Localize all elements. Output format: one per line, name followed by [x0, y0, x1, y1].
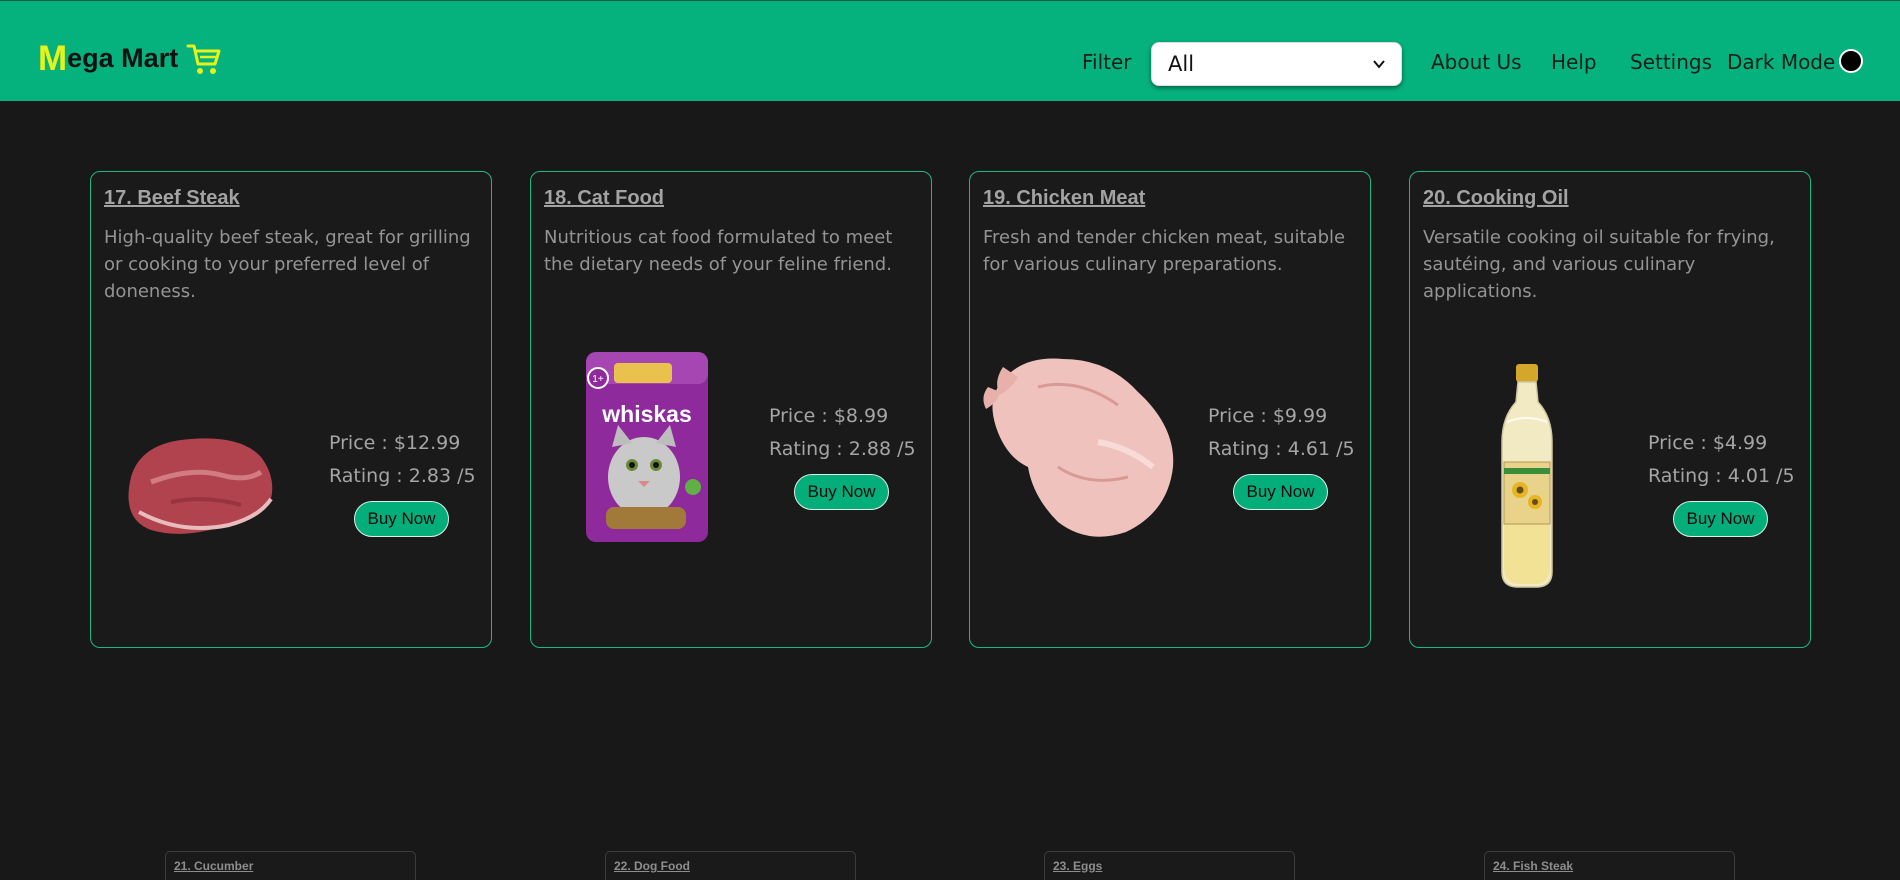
- product-rating: Rating : 2.83 /5: [329, 465, 476, 487]
- product-title[interactable]: 18. Cat Food: [544, 187, 664, 210]
- product-description: Nutritious cat food formulated to meet t…: [544, 227, 893, 275]
- buy-now-button[interactable]: Buy Now: [1673, 501, 1768, 537]
- nav-settings[interactable]: Settings: [1630, 50, 1712, 74]
- nav-about-us[interactable]: About Us: [1431, 50, 1522, 74]
- buy-now-button[interactable]: Buy Now: [354, 501, 449, 537]
- chevron-down-icon: [1373, 60, 1385, 69]
- shopping-cart-icon: [186, 44, 221, 74]
- logo-text: ega Mart: [67, 43, 179, 73]
- dark-mode-label: Dark Mode: [1727, 50, 1836, 74]
- product-title[interactable]: 17. Beef Steak: [104, 187, 240, 210]
- cooking-oil-image: [1501, 364, 1553, 588]
- product-card-chicken-meat: 19. Chicken Meat Fresh and tender chicke…: [969, 171, 1371, 648]
- navbar: M ega Mart Filter All About Us Help Sett…: [0, 0, 1900, 101]
- product-rating: Rating : 4.61 /5: [1208, 438, 1355, 460]
- filter-label: Filter: [1082, 50, 1132, 74]
- beef-steak-image: [128, 438, 273, 534]
- product-card-cat-food: 18. Cat Food Nutritious cat food formula…: [530, 171, 932, 648]
- filter-select[interactable]: All: [1151, 42, 1402, 86]
- product-rating: Rating : 4.01 /5: [1648, 465, 1795, 487]
- buy-now-button[interactable]: Buy Now: [794, 474, 889, 510]
- logo[interactable]: M ega Mart: [38, 41, 222, 76]
- product-card-fish-steak: 24. Fish Steak: [1484, 851, 1735, 880]
- badge-text: 1+: [592, 374, 604, 385]
- product-price: Price : $12.99: [329, 432, 461, 454]
- cat-food-image: 1+ whiskas: [586, 352, 708, 542]
- nav-help[interactable]: Help: [1551, 50, 1597, 74]
- product-card-cucumber: 21. Cucumber: [165, 851, 416, 880]
- filter-selected-value: All: [1168, 52, 1195, 76]
- product-title[interactable]: 22. Dog Food: [614, 859, 690, 873]
- product-rating: Rating : 2.88 /5: [769, 438, 916, 460]
- product-card-beef-steak: 17. Beef Steak High-quality beef steak, …: [90, 171, 492, 648]
- chicken-meat-image: [983, 358, 1174, 537]
- product-price: Price : $8.99: [769, 405, 889, 427]
- product-card-eggs: 23. Eggs: [1044, 851, 1295, 880]
- product-title[interactable]: 20. Cooking Oil: [1423, 187, 1569, 210]
- product-title[interactable]: 19. Chicken Meat: [983, 187, 1145, 210]
- dark-mode-toggle[interactable]: [1839, 49, 1863, 73]
- brand-text: whiskas: [601, 401, 692, 427]
- product-title[interactable]: 24. Fish Steak: [1493, 859, 1573, 873]
- logo-initial: M: [38, 39, 68, 78]
- product-description: Fresh and tender chicken meat, suitable …: [983, 227, 1346, 275]
- product-card-dog-food: 22. Dog Food: [605, 851, 856, 880]
- product-price: Price : $9.99: [1208, 405, 1328, 427]
- product-card-cooking-oil: 20. Cooking Oil Versatile cooking oil su…: [1409, 171, 1811, 648]
- product-description: Versatile cooking oil suitable for fryin…: [1423, 227, 1775, 302]
- buy-now-button[interactable]: Buy Now: [1233, 474, 1328, 510]
- product-title[interactable]: 21. Cucumber: [174, 859, 253, 873]
- product-description: High-quality beef steak, great for grill…: [104, 227, 471, 302]
- product-title[interactable]: 23. Eggs: [1053, 859, 1102, 873]
- product-price: Price : $4.99: [1648, 432, 1768, 454]
